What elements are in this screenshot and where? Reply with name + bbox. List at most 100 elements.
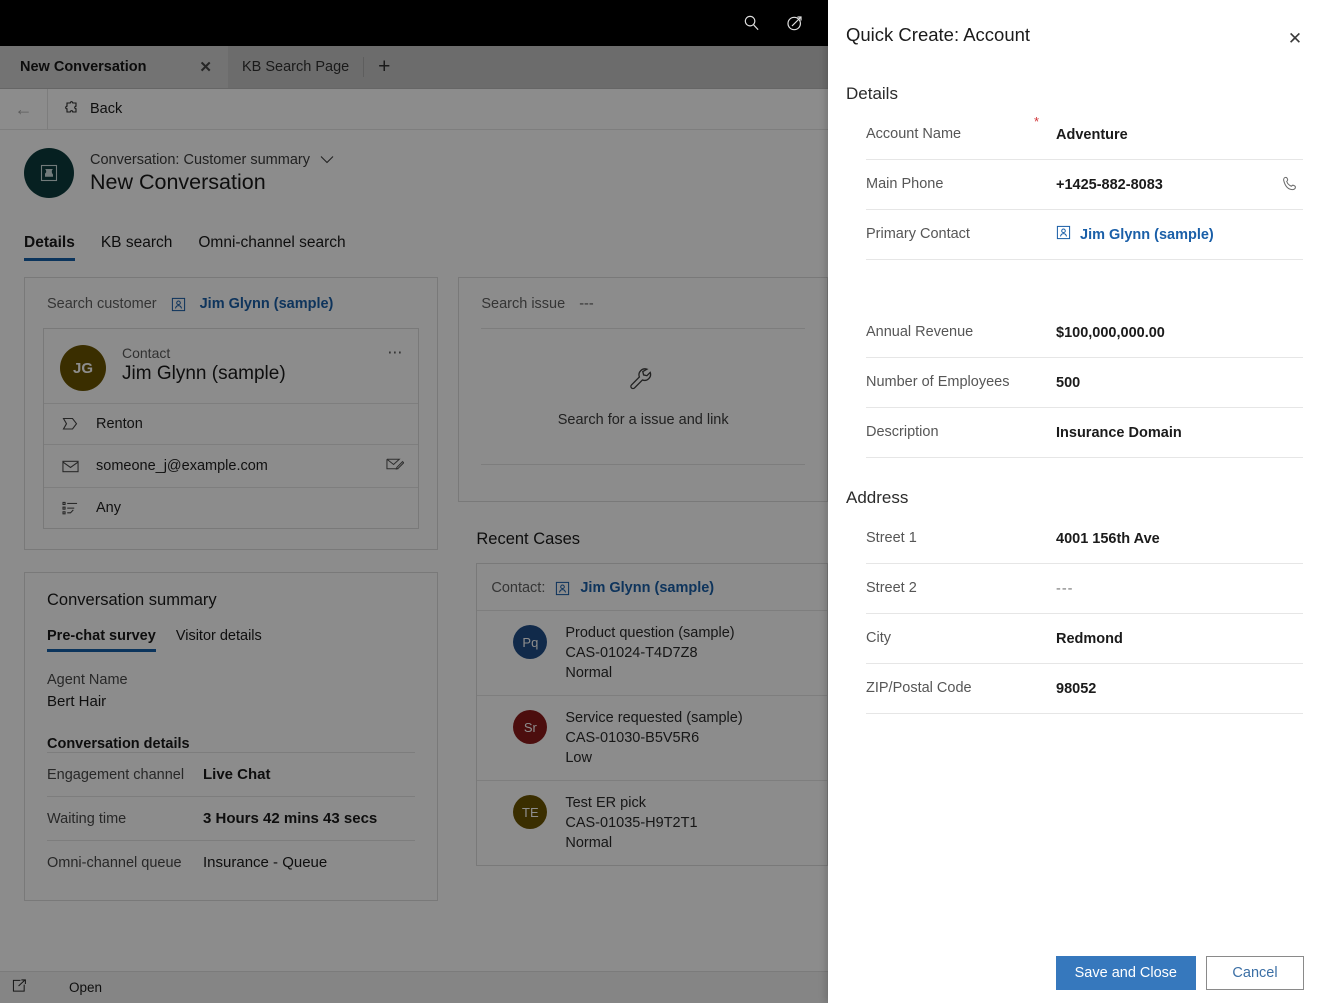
recent-cases-section: Recent Cases Contact: Jim Glynn (sample) bbox=[458, 524, 828, 866]
required-indicator bbox=[1034, 308, 1056, 312]
wrench-icon bbox=[628, 366, 658, 398]
field-value[interactable]: +1425-882-8083 bbox=[1056, 177, 1277, 193]
conversation-subtitle-row[interactable]: Conversation: Customer summary bbox=[90, 152, 334, 168]
field-value[interactable]: 4001 156th Ave bbox=[1056, 531, 1303, 547]
issue-card: Search issue --- Search for a issue and … bbox=[458, 277, 828, 502]
tab-pre-chat-survey[interactable]: Pre-chat survey bbox=[47, 628, 156, 652]
cancel-button[interactable]: Cancel bbox=[1206, 956, 1304, 990]
required-indicator bbox=[1034, 614, 1056, 618]
field-value[interactable]: Insurance Domain bbox=[1056, 425, 1303, 441]
row-key: Omni-channel queue bbox=[47, 855, 203, 871]
conversation-details-heading: Conversation details bbox=[47, 736, 415, 752]
field-street-2[interactable]: Street 2 --- bbox=[866, 564, 1303, 614]
search-customer-value[interactable]: Jim Glynn (sample) bbox=[200, 296, 334, 312]
tab-kb-search[interactable]: KB search bbox=[101, 234, 173, 261]
row-value: 3 Hours 42 mins 43 secs bbox=[203, 810, 377, 827]
field-description[interactable]: Description Insurance Domain bbox=[866, 408, 1303, 458]
details-fields: Account Name * Adventure Main Phone +142… bbox=[828, 110, 1328, 458]
row-key: Engagement channel bbox=[47, 767, 203, 783]
required-indicator: * bbox=[1034, 110, 1056, 129]
columns: Search customer Jim Glynn (sample) JG bbox=[0, 261, 828, 901]
search-issue-value: --- bbox=[579, 296, 594, 312]
field-label: Annual Revenue bbox=[866, 323, 1034, 343]
required-indicator bbox=[1034, 564, 1056, 568]
field-value[interactable]: 98052 bbox=[1056, 681, 1303, 697]
search-issue-row[interactable]: Search issue --- bbox=[481, 296, 805, 329]
contact-icon bbox=[171, 297, 186, 312]
search-customer-label: Search customer bbox=[47, 296, 157, 312]
contact-row-location: Renton bbox=[44, 403, 418, 444]
screen-root: New Conversation ✕ KB Search Page + ← Ba… bbox=[0, 0, 1328, 1003]
field-street-1[interactable]: Street 1 4001 156th Ave bbox=[866, 514, 1303, 564]
panel-title: Quick Create: Account bbox=[846, 24, 1280, 46]
list-item[interactable]: Pq Product question (sample) CAS-01024-T… bbox=[477, 610, 827, 695]
issue-empty-text: Search for a issue and link bbox=[558, 412, 729, 428]
column-customer: Search customer Jim Glynn (sample) JG bbox=[24, 277, 438, 901]
diagnostics-icon[interactable] bbox=[784, 12, 806, 34]
list-item[interactable]: TE Test ER pick CAS-01035-H9T2T1 Normal bbox=[477, 780, 827, 865]
tab-kb-search-page[interactable]: KB Search Page bbox=[228, 46, 363, 88]
field-value[interactable]: $100,000,000.00 bbox=[1056, 325, 1303, 341]
field-value[interactable]: 500 bbox=[1056, 375, 1303, 391]
field-value[interactable]: --- bbox=[1056, 581, 1303, 597]
issue-empty-state: Search for a issue and link bbox=[481, 329, 805, 464]
avatar: JG bbox=[60, 345, 106, 391]
field-label: Street 2 bbox=[866, 579, 1034, 599]
field-zip-postal-code[interactable]: ZIP/Postal Code 98052 bbox=[866, 664, 1303, 714]
tab-omni-channel-search[interactable]: Omni-channel search bbox=[198, 234, 345, 261]
field-annual-revenue[interactable]: Annual Revenue $100,000,000.00 bbox=[866, 308, 1303, 358]
list-item[interactable]: Sr Service requested (sample) CAS-01030-… bbox=[477, 695, 827, 780]
search-icon[interactable] bbox=[740, 12, 762, 34]
tab-strip: New Conversation ✕ KB Search Page + bbox=[0, 46, 828, 89]
quick-create-panel: Quick Create: Account ✕ Details Account … bbox=[828, 0, 1328, 1003]
tab-new-conversation[interactable]: New Conversation ✕ bbox=[0, 46, 228, 88]
chevron-down-icon[interactable] bbox=[320, 152, 334, 168]
open-window-icon[interactable] bbox=[12, 979, 27, 996]
case-priority: Normal bbox=[565, 835, 697, 851]
puzzle-icon bbox=[64, 99, 80, 119]
back-button[interactable]: Back bbox=[48, 89, 138, 129]
tab-label: New Conversation bbox=[20, 59, 147, 75]
close-icon[interactable]: ✕ bbox=[1280, 24, 1310, 54]
field-number-of-employees[interactable]: Number of Employees 500 bbox=[866, 358, 1303, 408]
conversation-avatar bbox=[24, 148, 74, 198]
status-bar: Open bbox=[0, 971, 828, 1003]
more-options-icon[interactable]: ⋯ bbox=[387, 343, 404, 361]
conversation-summary-card: Conversation summary Pre-chat survey Vis… bbox=[24, 572, 438, 901]
summary-row: Waiting time 3 Hours 42 mins 43 secs bbox=[47, 796, 415, 840]
field-label: ZIP/Postal Code bbox=[866, 679, 1034, 699]
contact-type-label: Contact bbox=[122, 345, 286, 361]
field-main-phone[interactable]: Main Phone +1425-882-8083 bbox=[866, 160, 1303, 210]
contact-icon bbox=[555, 581, 570, 596]
field-city[interactable]: City Redmond bbox=[866, 614, 1303, 664]
field-value[interactable]: Redmond bbox=[1056, 631, 1303, 647]
list-icon bbox=[60, 501, 80, 516]
field-label: Account Name bbox=[866, 125, 1034, 145]
contact-value[interactable]: Jim Glynn (sample) bbox=[580, 580, 714, 596]
compose-mail-icon[interactable] bbox=[386, 457, 404, 475]
page-title: New Conversation bbox=[90, 170, 334, 195]
required-indicator bbox=[1034, 358, 1056, 362]
add-tab-button[interactable]: + bbox=[364, 46, 404, 88]
required-indicator bbox=[1034, 160, 1056, 164]
tab-details[interactable]: Details bbox=[24, 234, 75, 261]
row-value: Insurance - Queue bbox=[203, 854, 327, 871]
field-value[interactable]: Adventure bbox=[1056, 127, 1303, 143]
field-primary-contact[interactable]: Primary Contact Jim Glynn (sample) bbox=[866, 210, 1303, 260]
field-value-wrap[interactable]: Jim Glynn (sample) bbox=[1056, 225, 1303, 244]
back-arrow-icon[interactable]: ← bbox=[0, 89, 48, 130]
field-label: City bbox=[866, 629, 1034, 649]
case-title: Service requested (sample) bbox=[565, 710, 742, 726]
field-account-name[interactable]: Account Name * Adventure bbox=[866, 110, 1303, 160]
save-and-close-button[interactable]: Save and Close bbox=[1056, 956, 1196, 990]
recent-cases-contact-row: Contact: Jim Glynn (sample) bbox=[477, 564, 827, 610]
search-customer-row[interactable]: Search customer Jim Glynn (sample) bbox=[25, 278, 437, 328]
contact-row-any: Any bbox=[44, 487, 418, 528]
contact-row-email: someone_j@example.com bbox=[44, 444, 418, 487]
case-number: CAS-01024-T4D7Z8 bbox=[565, 645, 734, 661]
phone-icon[interactable] bbox=[1277, 176, 1303, 193]
tab-visitor-details[interactable]: Visitor details bbox=[176, 628, 262, 652]
summary-row: Engagement channel Live Chat bbox=[47, 752, 415, 796]
close-icon[interactable]: ✕ bbox=[199, 60, 212, 75]
contact-any-value: Any bbox=[96, 500, 121, 516]
